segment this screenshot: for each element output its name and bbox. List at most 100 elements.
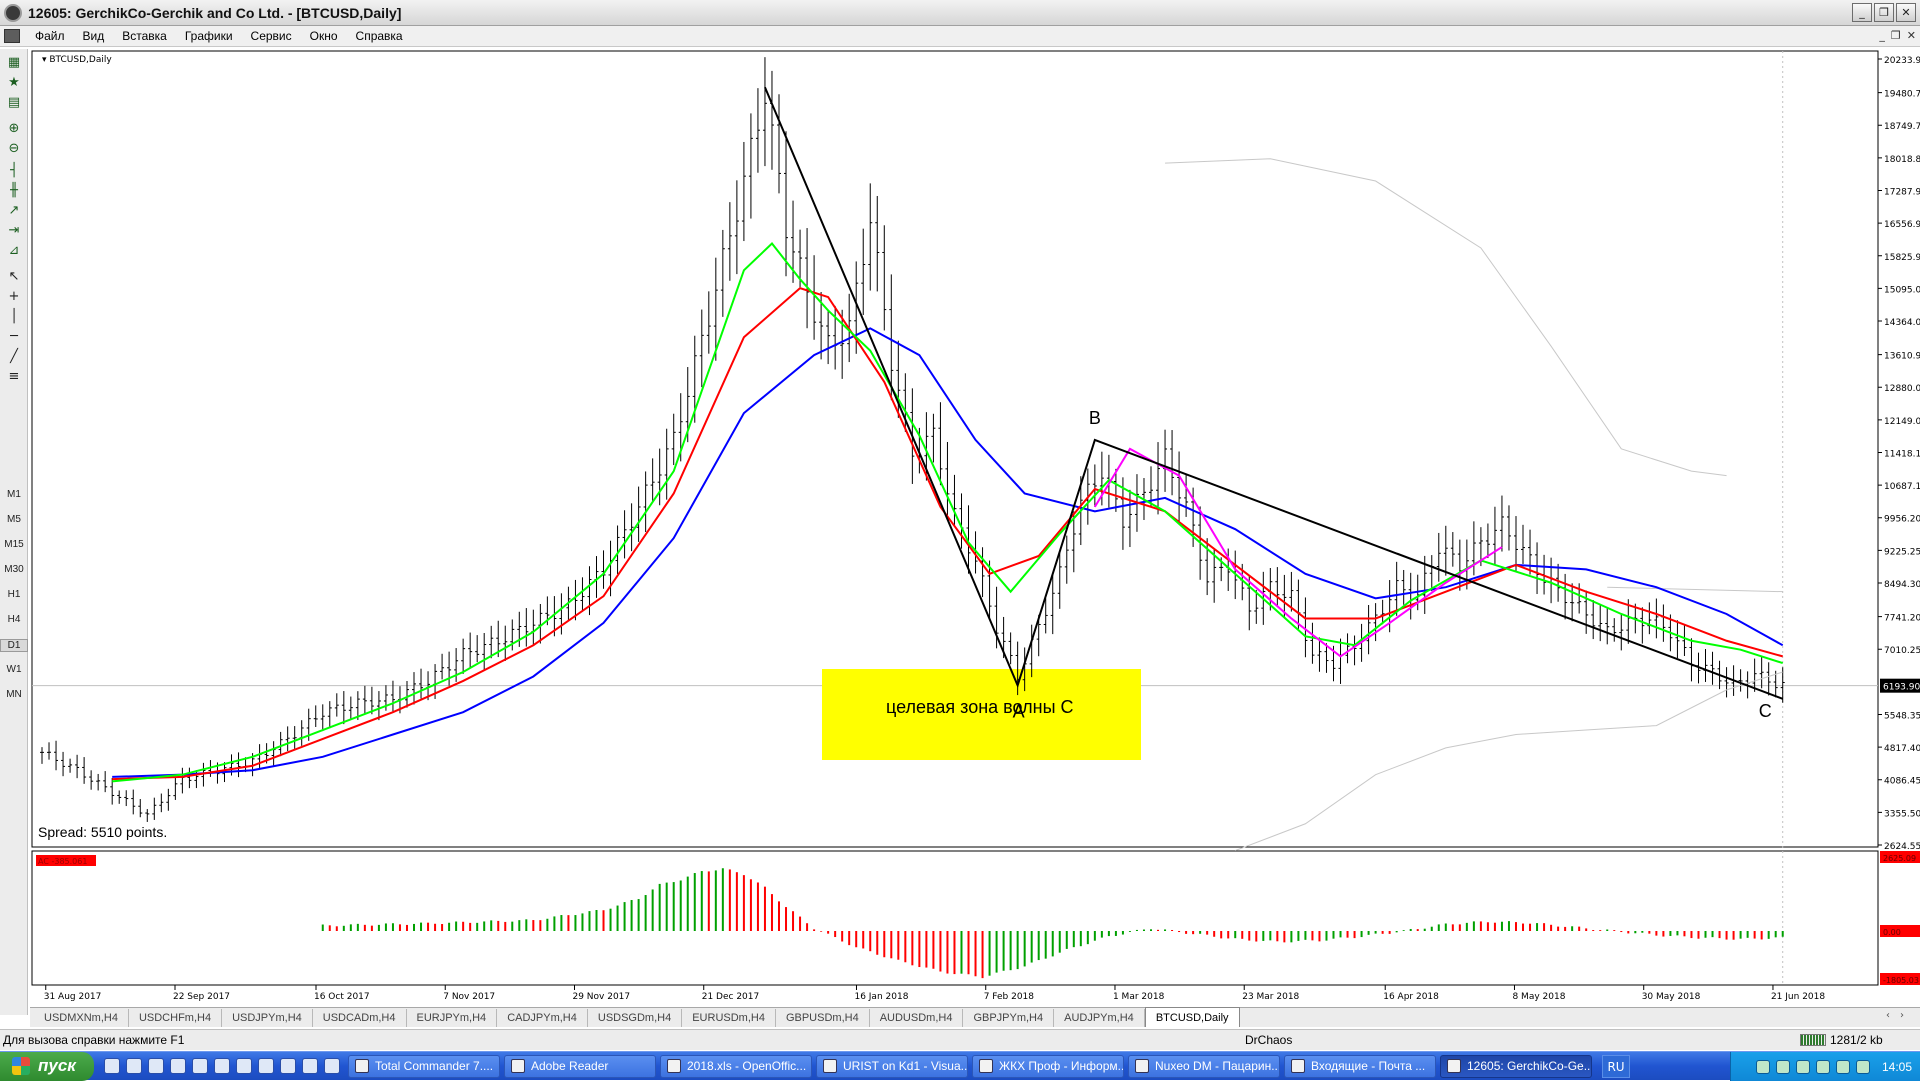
ac-bar xyxy=(686,876,689,931)
tab-gbpjpym-h4[interactable]: GBPJPYm,H4 xyxy=(963,1009,1055,1027)
cursor-icon[interactable]: ↖ xyxy=(4,267,24,285)
line-chart-icon[interactable]: ↗ xyxy=(4,201,24,219)
telegram-icon[interactable] xyxy=(148,1058,164,1074)
chart-window[interactable]: A B Cцелевая зона волны С ▾ BTCUSD,Daily Spr… xyxy=(30,49,1920,1015)
crosshair-icon[interactable]: + xyxy=(4,287,24,305)
tab-cadjpym-h4[interactable]: CADJPYm,H4 xyxy=(497,1009,588,1027)
notepad-icon[interactable] xyxy=(302,1058,318,1074)
ac-bar xyxy=(1620,931,1623,933)
volume-icon[interactable] xyxy=(1835,1059,1850,1074)
task-urist[interactable]: URIST on Kd1 - Visua... xyxy=(816,1054,968,1078)
task-zhkh[interactable]: ЖКХ Проф - Информ... xyxy=(972,1054,1124,1078)
menu-charts[interactable]: Графики xyxy=(176,29,242,43)
ac-bar xyxy=(911,931,914,966)
menu-help[interactable]: Справка xyxy=(347,29,412,43)
pdf-icon[interactable] xyxy=(236,1058,252,1074)
chart-app-icon[interactable] xyxy=(280,1058,296,1074)
channel-icon[interactable]: ≡ xyxy=(4,367,24,385)
tab-usdchfm-h4[interactable]: USDCHFm,H4 xyxy=(129,1009,223,1027)
tab-eurusdm-h4[interactable]: EURUSDm,H4 xyxy=(682,1009,776,1027)
tab-usdjpym-h4[interactable]: USDJPYm,H4 xyxy=(222,1009,313,1027)
tab-usdcadm-h4[interactable]: USDCADm,H4 xyxy=(313,1009,407,1027)
telegram-tray-icon[interactable] xyxy=(1795,1059,1810,1074)
ac-bar xyxy=(567,915,570,931)
new-chart-icon[interactable]: ▦ xyxy=(4,53,24,71)
chart-window-icon[interactable] xyxy=(4,29,20,43)
ac-bar xyxy=(1416,929,1419,931)
tab-usdsgdm-h4[interactable]: USDSGDm,H4 xyxy=(588,1009,683,1027)
ac-bar xyxy=(525,919,528,931)
ac-bar xyxy=(721,868,724,931)
zoom-out-icon[interactable]: ⊖ xyxy=(4,139,24,157)
ac-bar xyxy=(1030,931,1033,963)
ac-bar xyxy=(897,931,900,960)
antivirus-icon[interactable] xyxy=(1815,1059,1830,1074)
autoscroll-icon[interactable]: ⇥ xyxy=(4,221,24,239)
ac-bar xyxy=(756,882,759,931)
menu-tools[interactable]: Сервис xyxy=(242,29,301,43)
market-watch-icon[interactable]: ▤ xyxy=(4,93,24,111)
folder-icon[interactable] xyxy=(192,1058,208,1074)
mdi-restore-button[interactable]: ❐ xyxy=(1891,29,1901,42)
timeframe-m30[interactable]: M30 xyxy=(0,564,28,575)
mdi-minimize-button[interactable]: _ xyxy=(1879,29,1885,42)
sync-icon[interactable] xyxy=(1855,1059,1870,1074)
timeframe-h1[interactable]: H1 xyxy=(0,589,28,600)
menu-insert[interactable]: Вставка xyxy=(113,29,176,43)
app-icon xyxy=(4,3,22,22)
mail-icon[interactable] xyxy=(214,1058,230,1074)
timeframe-m5[interactable]: M5 xyxy=(0,514,28,525)
menu-view[interactable]: Вид xyxy=(74,29,114,43)
firefox-icon[interactable] xyxy=(324,1058,340,1074)
messenger-icon[interactable] xyxy=(126,1058,142,1074)
network-icon[interactable] xyxy=(1755,1059,1770,1074)
task-metatrader[interactable]: 12605: GerchikCo-Ge... xyxy=(1440,1054,1592,1078)
timeframe-mn[interactable]: MN xyxy=(0,689,28,700)
tab-gbpusdm-h4[interactable]: GBPUSDm,H4 xyxy=(776,1009,870,1027)
ac-bar xyxy=(995,931,998,973)
chrome-icon[interactable] xyxy=(170,1058,186,1074)
timeframe-d1[interactable]: D1 xyxy=(0,639,28,652)
timeframe-m15[interactable]: M15 xyxy=(0,539,28,550)
close-button[interactable]: ✕ xyxy=(1896,3,1916,22)
horizontal-line-icon[interactable]: ─ xyxy=(4,327,24,345)
zoom-in-icon[interactable]: ⊕ xyxy=(4,119,24,137)
ac-bar xyxy=(1704,931,1707,938)
task-openoffice[interactable]: 2018.xls - OpenOffic... xyxy=(660,1054,812,1078)
ac-bar xyxy=(1599,930,1602,931)
menu-file[interactable]: Файл xyxy=(26,29,74,43)
ac-bar xyxy=(1332,931,1335,939)
timeframe-h4[interactable]: H4 xyxy=(0,614,28,625)
vertical-line-icon[interactable]: │ xyxy=(4,307,24,325)
calc-icon[interactable] xyxy=(258,1058,274,1074)
task-adobe-reader[interactable]: Adobe Reader xyxy=(504,1054,656,1078)
minimize-button[interactable]: _ xyxy=(1852,3,1872,22)
task-total-commander[interactable]: Total Commander 7.... xyxy=(348,1054,500,1078)
timeframe-m1[interactable]: M1 xyxy=(0,489,28,500)
ie-icon[interactable] xyxy=(104,1058,120,1074)
bar-chart-icon[interactable]: ┤ xyxy=(4,161,24,179)
language-indicator[interactable]: RU xyxy=(1602,1054,1630,1078)
tab-eurjpym-h4[interactable]: EURJPYm,H4 xyxy=(407,1009,498,1027)
ac-bar xyxy=(1213,931,1216,937)
timeframe-w1[interactable]: W1 xyxy=(0,664,28,675)
trendline-icon[interactable]: ╱ xyxy=(4,347,24,365)
restore-button[interactable]: ❐ xyxy=(1874,3,1894,22)
ac-bar xyxy=(490,920,493,931)
task-mail[interactable]: Входящие - Почта ... xyxy=(1284,1054,1436,1078)
ac-bar xyxy=(483,921,486,931)
start-button[interactable]: пуск xyxy=(0,1051,94,1081)
chart-shift-icon[interactable]: ⊿ xyxy=(4,241,24,259)
task-nuxeo[interactable]: Nuxeo DM - Пацарин... xyxy=(1128,1054,1280,1078)
tab-btcusd-daily[interactable]: BTCUSD,Daily xyxy=(1144,1007,1240,1027)
price-chart[interactable]: ABCцелевая зона волны С▾ BTCUSD,DailySpr… xyxy=(30,49,1920,1007)
tab-scroll-arrows[interactable]: ‹› xyxy=(1886,1010,1914,1021)
profiles-icon[interactable]: ★ xyxy=(4,73,24,91)
skype-icon[interactable] xyxy=(1775,1059,1790,1074)
menu-window[interactable]: Окно xyxy=(301,29,347,43)
tab-audusdm-h4[interactable]: AUDUSDm,H4 xyxy=(870,1009,964,1027)
mdi-close-button[interactable]: ✕ xyxy=(1907,29,1916,42)
tab-usdmxnm-h4[interactable]: USDMXNm,H4 xyxy=(34,1009,129,1027)
tab-audjpym-h4[interactable]: AUDJPYm,H4 xyxy=(1054,1009,1145,1027)
candlestick-icon[interactable]: ╫ xyxy=(4,181,24,199)
